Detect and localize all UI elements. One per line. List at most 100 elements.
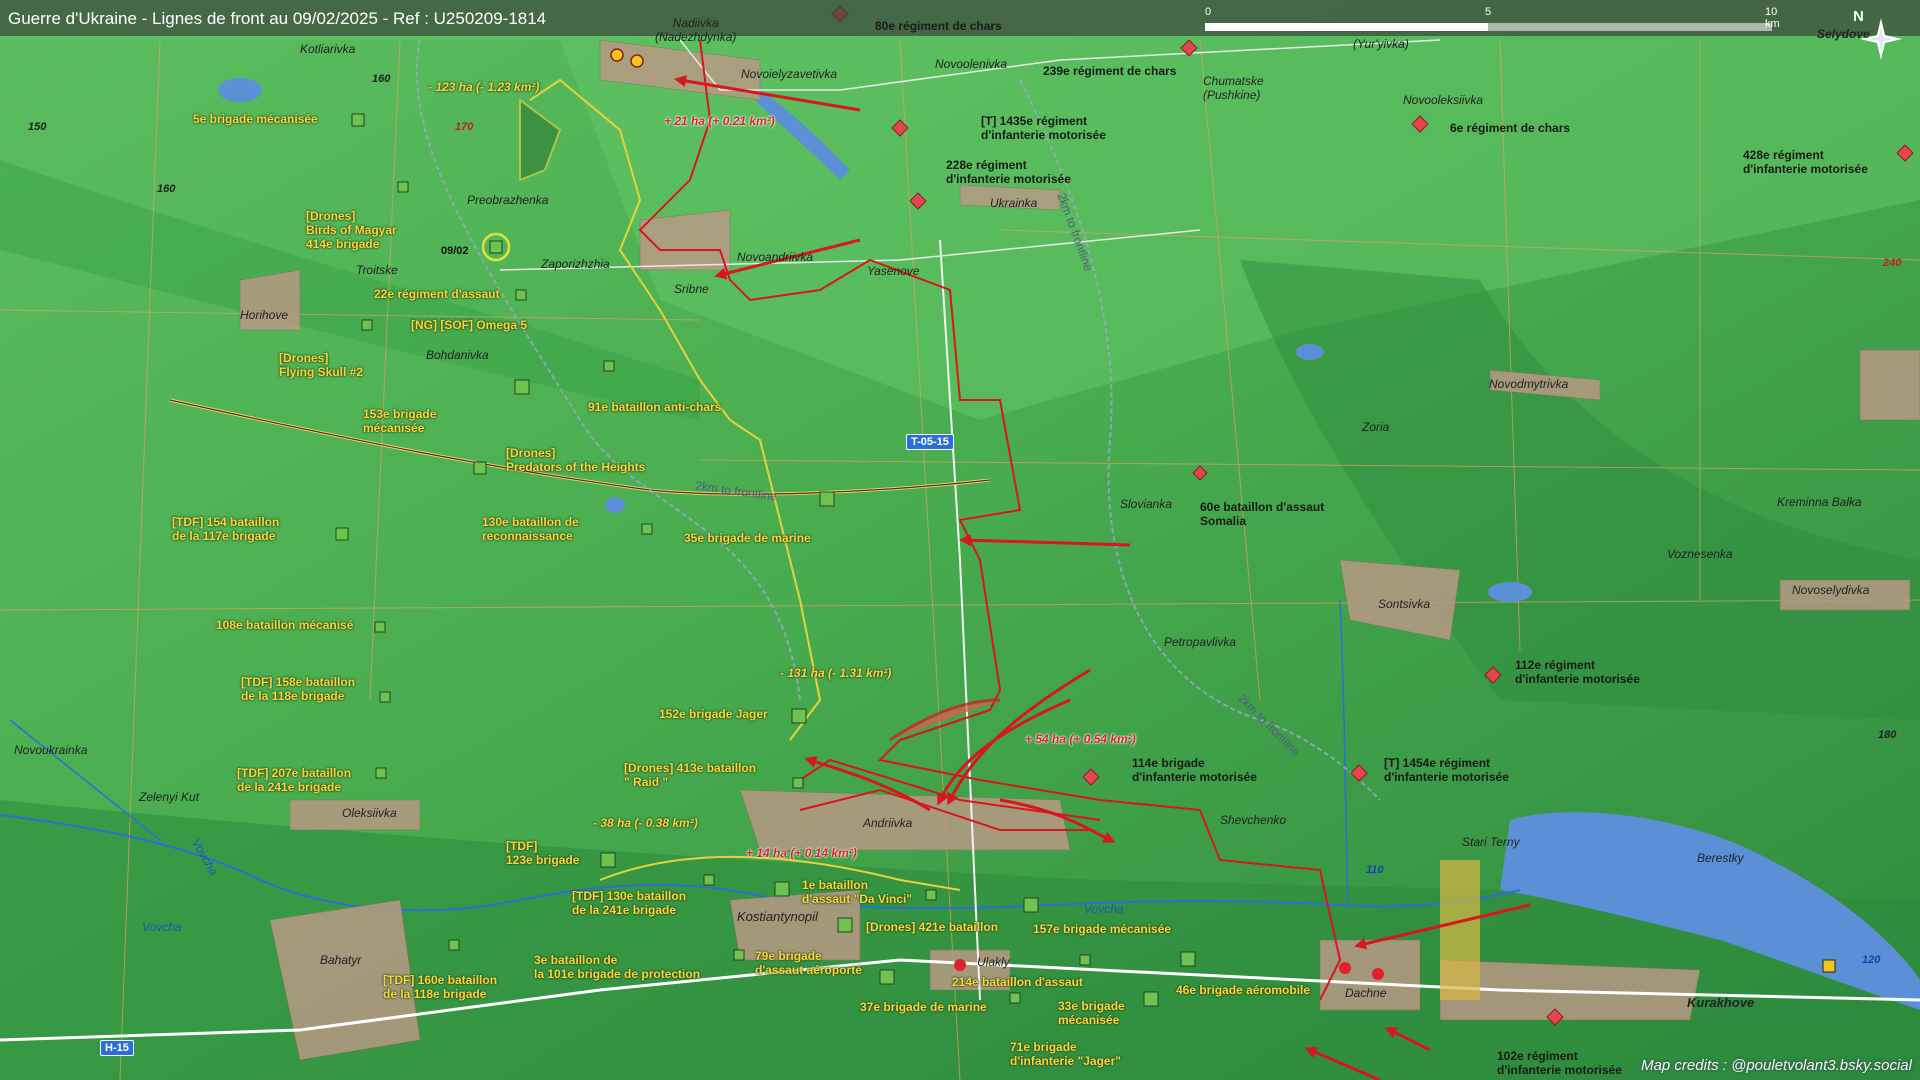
town-horihove: Horihove — [240, 308, 289, 322]
ua-unit-91-antitank: 91e bataillon anti-chars — [588, 400, 722, 414]
ua-unit-46-airmobile: 46e brigade aéromobile — [1176, 983, 1311, 997]
town-novooleksiivka: Novooleksiivka — [1403, 93, 1484, 107]
ru-unit-102-regiment: 102e régiment d'infanterie motorisée — [1497, 1049, 1622, 1077]
ua-unit-flying-skull: [Drones] Flying Skull #2 — [279, 351, 364, 379]
town-ukrainka: Ukrainka — [990, 196, 1038, 210]
ua-unit-154-tdf: [TDF] 154 bataillon de la 117e brigade — [172, 515, 280, 543]
area-loss-south: - 38 ha (- 0.38 km²) — [593, 816, 698, 830]
area-loss-north: - 123 ha (- 1.23 km²) — [428, 80, 540, 94]
road-badge-h15: H-15 — [100, 1040, 134, 1056]
town-zelenyi-kut: Zelenyi Kut — [139, 790, 200, 804]
town-voznesenka: Voznesenka — [1667, 547, 1733, 561]
town-bahatyr: Bahatyr — [320, 953, 362, 967]
ru-unit-1454-regiment: [T] 1454e régiment d'infanterie motorisé… — [1384, 756, 1509, 784]
town-kreminna-balka: Kreminna Balka — [1777, 495, 1862, 509]
river-label-vovcha-west: Vovcha — [142, 920, 182, 934]
scale-tick-10km: 10 km — [1765, 6, 1780, 30]
area-gain-center: + 54 ha (+ 0.54 km²) — [1025, 732, 1136, 746]
ua-unit-130-tdf: [TDF] 130e bataillon de la 241e brigade — [572, 889, 687, 917]
ua-unit-207-tdf: [TDF] 207e bataillon de la 241e brigade — [237, 766, 352, 794]
town-andriivka: Andriivka — [863, 816, 913, 830]
scale-bar: 0 5 10 km — [1205, 6, 1780, 32]
town-troitske: Troitske — [356, 263, 398, 277]
ua-unit-79-airborne: 79e brigade d'assaut aéroporté — [755, 949, 862, 977]
ua-unit-omega-5: [NG] [SOF] Omega 5 — [411, 318, 528, 332]
map-title: Guerre d'Ukraine - Lignes de front au 09… — [8, 9, 547, 28]
ru-unit-80-tank-regiment: 80e régiment de chars — [875, 19, 1002, 33]
ru-unit-228-regiment: 228e régiment d'infanterie motorisée — [946, 158, 1071, 186]
elevation-160-north: 160 — [372, 73, 391, 85]
town-zoria: Zoria — [1362, 420, 1390, 434]
ua-unit-108-mechanized: 108e bataillon mécanisé — [216, 618, 354, 632]
ua-unit-birds-of-magyar: [Drones] Birds of Magyar 414e brigade — [306, 209, 397, 251]
town-novodmytrivka: Novodmytrivka — [1489, 377, 1569, 391]
town-yasenove: Yasenove — [867, 264, 920, 278]
town-nadiivka: Nadiivka (Nadezhdynka) — [655, 16, 737, 44]
ua-unit-33-mechanized: 33e brigade mécanisée — [1058, 999, 1125, 1027]
scale-tick-5: 5 — [1485, 6, 1492, 18]
ru-unit-60-assault-somalia: 60e bataillon d'assaut Somalia — [1200, 500, 1325, 528]
date-marker: 09/02 — [441, 245, 469, 257]
ua-unit-157-mechanized: 157e brigade mécanisée — [1033, 922, 1172, 936]
ru-unit-428-regiment: 428e régiment d'infanterie motorisée — [1743, 148, 1868, 176]
scale-segment-2 — [1488, 23, 1772, 31]
town-zaporizhzhia: Zaporizhzhia — [541, 257, 610, 271]
town-kostiantynopil: Kostiantynopil — [737, 909, 818, 924]
river-label-vovcha-east: Vovcha — [1084, 902, 1124, 916]
town-bohdanivka: Bohdanivka — [426, 348, 489, 362]
elevation-110: 110 — [1366, 864, 1384, 876]
area-gain-south: + 14 ha (+ 0.14 km²) — [746, 846, 857, 860]
area-gain-north: + 21 ha (+ 0.21 km²) — [664, 114, 775, 128]
town-novoukrainka: Novoukrainka — [14, 743, 88, 757]
town-novoselydivka: Novoselydivka — [1792, 583, 1870, 597]
town-chumatske: Chumatske (Pushkine) — [1203, 74, 1264, 102]
town-novoolenivka: Novoolenivka — [935, 57, 1008, 71]
ru-unit-239-tank-regiment: 239e régiment de chars — [1043, 64, 1177, 78]
elevation-120: 120 — [1862, 954, 1881, 966]
ua-unit-153-brigade: 153e brigade mécanisée — [363, 407, 437, 435]
map-credits: Map credits : @pouletvolant3.bsky.social — [1641, 1057, 1912, 1074]
ua-unit-130-recon: 130e bataillon de reconnaissance — [482, 515, 579, 543]
town-oleksiivka: Oleksiivka — [342, 806, 397, 820]
ua-unit-predators-of-the-heights: [Drones] Predators of the Heights — [506, 446, 646, 474]
road-badge-t0515: T-05-15 — [906, 434, 954, 450]
ru-unit-6-tank-regiment: 6e régiment de chars — [1450, 121, 1571, 135]
town-preobrazhenka: Preobrazhenka — [467, 193, 549, 207]
town-sribne: Sribne — [674, 282, 709, 296]
ru-unit-114-brigade: 114e brigade d'infanterie motorisée — [1132, 756, 1257, 784]
scale-tick-0: 0 — [1205, 6, 1212, 18]
ua-unit-35-marine-brigade: 35e brigade de marine — [684, 531, 811, 545]
ua-unit-123-tdf-brigade: [TDF] 123e brigade — [506, 839, 580, 867]
town-selydove: Selydove — [1817, 27, 1870, 41]
area-loss-center: - 131 ha (- 1.31 km²) — [780, 666, 892, 680]
town-ulakly: Ulakly — [977, 955, 1010, 969]
elevation-180: 180 — [1878, 729, 1897, 741]
ua-unit-da-vinci: 1e bataillon d'assaut "Da Vinci" — [802, 878, 913, 906]
elevation-170: 170 — [455, 121, 474, 133]
ru-unit-1435-regiment: [T] 1435e régiment d'infanterie motorisé… — [981, 114, 1106, 142]
town-novoielyzavetivka: Novoielyzavetivka — [741, 67, 838, 81]
town-shevchenko: Shevchenko — [1220, 813, 1287, 827]
ua-unit-71-jager: 71e brigade d'infanterie "Jager" — [1010, 1040, 1121, 1068]
ua-unit-152-jager: 152e brigade Jager — [659, 707, 768, 721]
ua-unit-22-assault-regiment: 22e régiment d'assaut — [374, 287, 500, 301]
town-kurakhove: Kurakhove — [1687, 995, 1755, 1010]
elevation-240: 240 — [1883, 257, 1902, 269]
ua-unit-5-brigade: 5e brigade mécanisée — [193, 112, 318, 126]
elevation-160-west: 160 — [157, 183, 176, 195]
ua-unit-160-tdf: [TDF] 160e bataillon de la 118e brigade — [383, 973, 498, 1001]
town-yuryivka: (Yur'yivka) — [1353, 37, 1409, 51]
ua-unit-214-assault: 214e bataillon d'assaut — [952, 975, 1083, 989]
north-label: N — [1853, 8, 1864, 25]
town-kotliarivka: Kotliarivka — [300, 42, 356, 56]
town-sontsivka: Sontsivka — [1378, 597, 1431, 611]
ua-unit-413-raid-drones: [Drones] 413e bataillon " Raid " — [624, 761, 757, 789]
town-slovianka: Slovianka — [1120, 497, 1173, 511]
elevation-150: 150 — [28, 121, 47, 133]
town-novoandriivka: Novoandriivka — [737, 250, 814, 264]
town-stari-terny: Stari Terny — [1462, 835, 1520, 849]
ua-unit-37-marine: 37e brigade de marine — [860, 1000, 987, 1014]
scale-segment-1 — [1205, 23, 1488, 31]
ru-unit-112-regiment: 112e régiment d'infanterie motorisée — [1515, 658, 1640, 686]
town-dachne: Dachne — [1345, 986, 1387, 1000]
